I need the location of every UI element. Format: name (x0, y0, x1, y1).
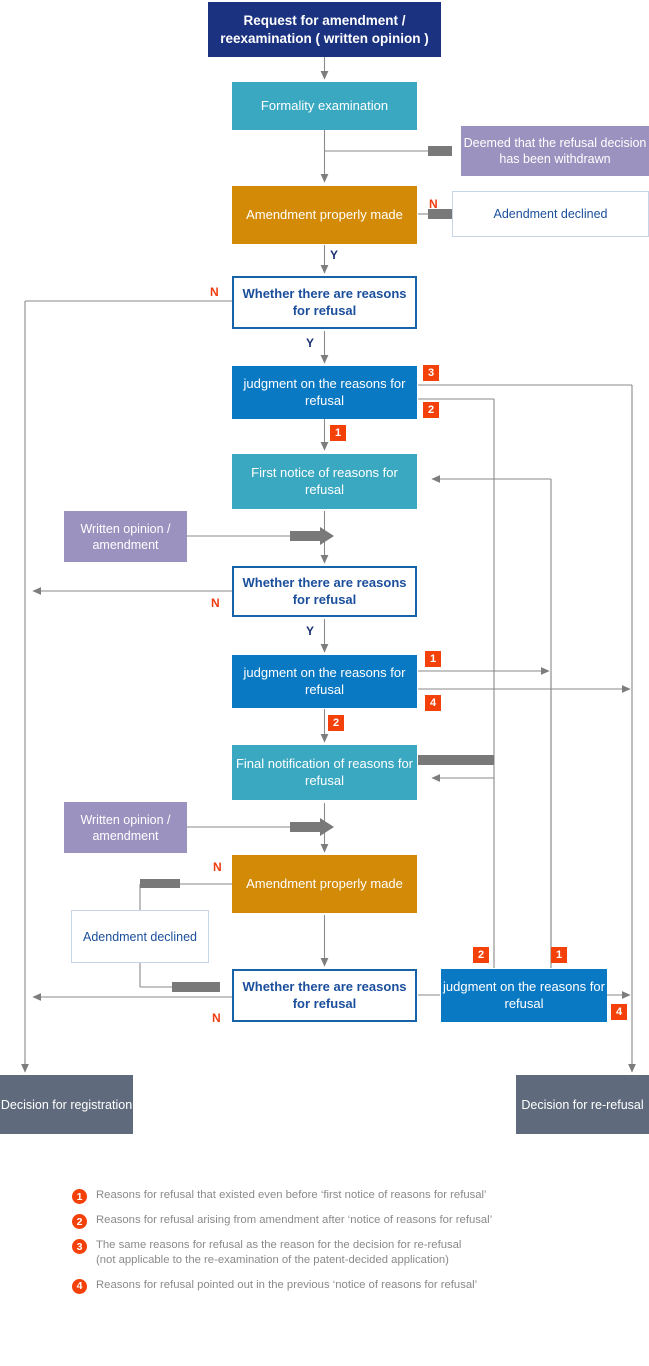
branch-label-yes-whether-1: Y (306, 336, 315, 350)
node-whether-reasons-for-refusal-2[interactable]: Whether there are reasons for refusal (232, 566, 417, 617)
stub-connector-final-notification (418, 755, 494, 765)
branch-label-no-amendment-1: N (429, 197, 438, 211)
node-label: First notice of reasons for refusal (251, 464, 398, 497)
edge-badge-4-judgment-2: 4 (425, 695, 441, 711)
edge-badge-2-judgment-2: 2 (328, 715, 344, 731)
legend-text-2: Reasons for refusal arising from amendme… (96, 1213, 492, 1228)
legend-item: 1 Reasons for refusal that existed even … (72, 1188, 592, 1204)
branch-label-no-whether-3: N (212, 1011, 221, 1025)
legend-badge-2: 2 (72, 1214, 87, 1229)
node-whether-reasons-for-refusal-1[interactable]: Whether there are reasons for refusal (232, 276, 417, 329)
node-written-opinion-amendment-2[interactable]: Written opinion / amendment (64, 802, 187, 853)
edge-badge-1-judgment-3: 1 (551, 947, 567, 963)
legend-text-4: Reasons for refusal pointed out in the p… (96, 1278, 477, 1293)
node-request-for-amendment[interactable]: Request for amendment / reexamination ( … (208, 2, 441, 57)
legend-item: 3 The same reasons for refusal as the re… (72, 1238, 592, 1269)
node-amendment-declined-2[interactable]: Adendment declined (71, 910, 209, 963)
node-label: Formality examination (260, 97, 389, 113)
node-decision-for-re-refusal[interactable]: Decision for re-refusal (516, 1075, 649, 1134)
node-label: Written opinion / amendment (80, 812, 171, 843)
node-amendment-declined-1[interactable]: Adendment declined (452, 191, 649, 237)
stub-connector-deemed-withdrawn (428, 146, 452, 156)
stub-connector-written-opinion-1 (290, 531, 320, 541)
node-label: Written opinion / amendment (80, 521, 171, 552)
node-label: judgment on the reasons for refusal (243, 664, 406, 697)
node-label: judgment on the reasons for refusal (243, 375, 406, 408)
node-label: Deemed that the refusal decision has bee… (463, 136, 647, 166)
legend: 1 Reasons for refusal that existed even … (72, 1188, 592, 1303)
node-judgment-on-reasons-3[interactable]: judgment on the reasons for refusal (441, 969, 607, 1022)
node-label: Whether there are reasons for refusal (242, 978, 407, 1011)
edge-badge-1-judgment-2: 1 (425, 651, 441, 667)
branch-label-yes-amendment-1: Y (330, 248, 339, 262)
edge-badge-1-judgment-1: 1 (330, 425, 346, 441)
node-judgment-on-reasons-1[interactable]: judgment on the reasons for refusal (232, 366, 417, 419)
node-label: Adendment declined (493, 207, 608, 221)
legend-line-1: The same reasons for refusal as the reas… (96, 1239, 462, 1251)
node-whether-reasons-for-refusal-3[interactable]: Whether there are reasons for refusal (232, 969, 417, 1022)
flowchart-canvas: Request for amendment / reexamination ( … (0, 0, 649, 1366)
node-final-notification-of-reasons[interactable]: Final notification of reasons for refusa… (232, 745, 417, 800)
legend-line-1: Reasons for refusal arising from amendme… (96, 1214, 493, 1226)
legend-text-1: Reasons for refusal that existed even be… (96, 1188, 487, 1203)
legend-line-2: (not applicable to the re-examination of… (96, 1254, 449, 1267)
node-label: Whether there are reasons for refusal (242, 574, 407, 607)
legend-badge-1: 1 (72, 1189, 87, 1204)
legend-text-3: The same reasons for refusal as the reas… (96, 1238, 461, 1269)
node-label: judgment on the reasons for refusal (443, 978, 605, 1011)
legend-badge-3: 3 (72, 1239, 87, 1254)
branch-label-no-whether-2: N (211, 596, 220, 610)
branch-label-no-whether-1: N (210, 285, 219, 299)
node-label: Amendment properly made (246, 206, 403, 222)
edge-badge-2-judgment-3: 2 (473, 947, 489, 963)
branch-label-no-amendment-2: N (213, 860, 222, 874)
node-written-opinion-amendment-1[interactable]: Written opinion / amendment (64, 511, 187, 562)
legend-item: 4 Reasons for refusal pointed out in the… (72, 1278, 592, 1294)
branch-label-yes-whether-2: Y (306, 624, 315, 638)
stub-connector-declined-2-to-whether-3 (172, 982, 220, 992)
node-label: Request for amendment / reexamination ( … (220, 13, 429, 46)
legend-badge-4: 4 (72, 1278, 87, 1294)
node-label: Decision for re-refusal (521, 1097, 644, 1112)
stub-connector-written-opinion-2 (290, 822, 320, 832)
stub-connector-amendment-declined-2 (140, 879, 180, 888)
node-deemed-withdrawn[interactable]: Deemed that the refusal decision has bee… (461, 126, 649, 176)
legend-line-1: Reasons for refusal that existed even be… (96, 1189, 487, 1201)
node-label: Whether there are reasons for refusal (242, 285, 407, 318)
node-formality-examination[interactable]: Formality examination (232, 82, 417, 130)
node-label: Decision for registration (0, 1097, 133, 1112)
node-judgment-on-reasons-2[interactable]: judgment on the reasons for refusal (232, 655, 417, 708)
edge-badge-4-judgment-3: 4 (611, 1004, 627, 1020)
edge-badge-3-judgment-1: 3 (423, 365, 439, 381)
node-amendment-properly-made-1[interactable]: Amendment properly made (232, 186, 417, 244)
node-label: Amendment properly made (246, 875, 403, 891)
node-label: Final notification of reasons for refusa… (235, 755, 414, 788)
node-amendment-properly-made-2[interactable]: Amendment properly made (232, 855, 417, 913)
node-label: Adendment declined (83, 929, 197, 944)
legend-item: 2 Reasons for refusal arising from amend… (72, 1213, 592, 1229)
node-first-notice-of-reasons[interactable]: First notice of reasons for refusal (232, 454, 417, 509)
legend-line-1: Reasons for refusal pointed out in the p… (96, 1278, 478, 1291)
node-decision-for-registration[interactable]: Decision for registration (0, 1075, 133, 1134)
edge-badge-2-judgment-1: 2 (423, 402, 439, 418)
